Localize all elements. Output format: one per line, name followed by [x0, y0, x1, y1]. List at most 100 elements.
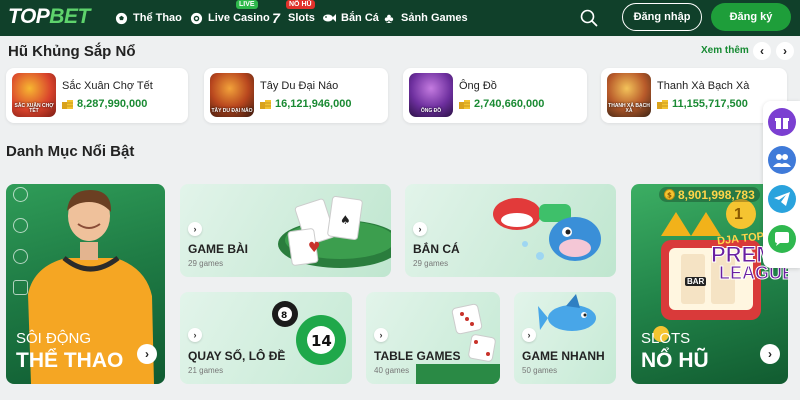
jackpot-section-title: Hũ Khủng Sắp Nổ — [8, 43, 136, 60]
fish-icon — [322, 11, 336, 25]
chevron-right-icon: › — [783, 44, 787, 58]
game-thumbnail: ÔNG ĐỒ — [409, 73, 453, 117]
nav-item-slots[interactable]: NỔ HŨ 7 Slots — [269, 0, 315, 27]
nav-item-sanh-games[interactable]: ♣ Sảnh Games — [382, 9, 468, 27]
svg-text:14: 14 — [311, 332, 332, 350]
svg-text:♥: ♥ — [308, 240, 321, 256]
category-card-game-nhanh[interactable]: › GAME NHANH 50 games — [514, 292, 616, 384]
register-button[interactable]: Đăng ký — [711, 3, 791, 31]
gift-icon — [775, 118, 789, 129]
jackpot-game-name: Sắc Xuân Chợ Tết — [62, 80, 153, 92]
category-label: GAME BÀI — [188, 242, 248, 256]
slots-jackpot-badge: $ 8,901,998,783 — [659, 187, 760, 202]
chevron-right-icon: › — [145, 347, 149, 361]
jackpot-next-button[interactable]: › — [776, 42, 794, 60]
jackpot-card[interactable]: THANH XÀ BẠCH XÀ Thanh Xà Bạch Xà 11,155… — [601, 68, 787, 123]
soccer-ball-icon — [114, 11, 128, 25]
nav-label: Thể Thao — [133, 12, 182, 24]
game-thumbnail: SẮC XUÂN CHỢ TẾT — [12, 73, 56, 117]
chevron-right-icon: › — [379, 330, 383, 340]
chevron-right-icon: › — [768, 347, 772, 361]
nav-item-live-casino[interactable]: LIVE Live Casino — [189, 0, 270, 27]
game-thumbnail: TÂY DU ĐẠI NÁO — [210, 73, 254, 117]
thumbnail-title: TÂY DU ĐẠI NÁO — [211, 107, 253, 114]
logo-text-bet: BET — [49, 5, 90, 28]
category-game-count: 50 games — [522, 366, 558, 375]
category-game-count: 29 games — [413, 259, 449, 268]
casino-chip-icon — [189, 11, 203, 25]
quay-so-open-button[interactable]: › — [188, 328, 202, 342]
sports-label-line2: THỂ THAO — [16, 349, 124, 372]
jackpot-amount-row: 2,740,660,000 — [459, 98, 544, 110]
coin-stack-icon — [260, 99, 271, 109]
slots-label-line2: NỔ HŨ — [641, 349, 709, 372]
chevron-right-icon: › — [193, 224, 197, 234]
coin-stack-icon — [62, 99, 73, 109]
thumbnail-title: SẮC XUÂN CHỢ TẾT — [14, 102, 54, 114]
category-label: QUAY SỐ, LÔ ĐỀ — [188, 349, 286, 363]
nav-label: Sảnh Games — [401, 12, 468, 24]
slots-label-line1: SLOTS — [641, 330, 691, 347]
category-card-quay-so-lo-de[interactable]: 8 14 › QUAY SỐ, LÔ ĐỀ 21 games — [180, 292, 352, 384]
community-button[interactable] — [768, 146, 796, 174]
nav-item-the-thao[interactable]: Thể Thao — [114, 9, 182, 27]
ban-ca-open-button[interactable]: › — [413, 222, 427, 236]
slots-open-button[interactable]: › — [760, 344, 780, 364]
category-label: GAME NHANH — [522, 349, 605, 363]
chevron-right-icon: › — [193, 330, 197, 340]
community-icon — [773, 154, 791, 167]
jackpot-card[interactable]: ÔNG ĐỒ Ông Đồ 2,740,660,000 — [403, 68, 587, 123]
gift-button[interactable] — [768, 108, 796, 136]
category-game-count: 29 games — [188, 259, 224, 268]
jackpot-card[interactable]: TÂY DU ĐẠI NÁO Tây Du Đại Náo 16,121,946… — [204, 68, 388, 123]
telegram-button[interactable] — [768, 185, 796, 213]
nav-label: Slots — [288, 12, 315, 24]
thumbnail-title: THANH XÀ BẠCH XÀ — [608, 102, 650, 114]
chevron-right-icon: › — [527, 330, 531, 340]
category-card-ban-ca[interactable]: › BẮN CÁ 29 games — [405, 184, 616, 277]
login-button[interactable]: Đăng nhập — [622, 3, 702, 31]
chevron-right-icon: › — [418, 224, 422, 234]
jackpot-amount-row: 8,287,990,000 — [62, 98, 147, 110]
search-button[interactable] — [578, 7, 600, 29]
coin-stack-icon — [657, 99, 668, 109]
category-label: TABLE GAMES — [374, 349, 461, 363]
sports-open-button[interactable]: › — [137, 344, 157, 364]
nav-item-ban-ca[interactable]: Bắn Cá — [322, 9, 379, 27]
slots-jackpot-amount: 8,901,998,783 — [678, 187, 755, 202]
category-card-game-bai[interactable]: ♥ ♠ › GAME BÀI 29 games — [180, 184, 391, 277]
slots-art-reel-bar: BAR — [685, 277, 707, 286]
chat-icon — [775, 231, 789, 246]
search-icon — [580, 9, 598, 27]
slots-art-badge: 1 — [734, 206, 743, 223]
game-thumbnail: THANH XÀ BẠCH XÀ — [607, 73, 651, 117]
jackpot-amount: 2,740,660,000 — [474, 98, 545, 110]
categories-section-title: Danh Mục Nổi Bật — [6, 143, 135, 160]
jackpot-card[interactable]: SẮC XUÂN CHỢ TẾT Sắc Xuân Chợ Tết 8,287,… — [6, 68, 188, 123]
table-games-open-button[interactable]: › — [374, 328, 388, 342]
category-card-table-games[interactable]: › TABLE GAMES 40 games — [366, 292, 500, 384]
club-card-icon: ♣ — [384, 10, 394, 26]
category-card-the-thao[interactable]: SÔI ĐỘNG THỂ THAO › — [6, 184, 165, 384]
category-game-count: 21 games — [188, 366, 224, 375]
jackpot-amount: 11,155,717,500 — [672, 98, 748, 110]
jackpot-prev-button[interactable]: ‹ — [753, 42, 771, 60]
svg-text:♠: ♠ — [340, 213, 351, 227]
game-nhanh-open-button[interactable]: › — [522, 328, 536, 342]
jackpot-amount-row: 16,121,946,000 — [260, 98, 351, 110]
live-badge: LIVE — [236, 0, 258, 9]
jackpot-amount-row: 11,155,717,500 — [657, 98, 748, 110]
game-bai-open-button[interactable]: › — [188, 222, 202, 236]
top-navigation-bar: TOPBET Thể Thao LIVE Live Casino NỔ HŨ 7… — [0, 0, 800, 36]
coin-stack-icon — [459, 99, 470, 109]
category-label: BẮN CÁ — [413, 242, 460, 256]
see-more-link[interactable]: Xem thêm — [701, 45, 749, 56]
no-hu-badge: NỔ HŨ — [286, 0, 315, 9]
nav-label: Bắn Cá — [341, 12, 379, 24]
chat-button[interactable] — [768, 225, 796, 253]
telegram-icon — [774, 192, 790, 206]
lucky-seven-icon: 7 — [272, 10, 280, 26]
jackpot-amount: 8,287,990,000 — [77, 98, 148, 110]
jackpot-game-name: Tây Du Đại Náo — [260, 80, 339, 92]
topbet-logo[interactable]: TOPBET — [8, 5, 90, 29]
